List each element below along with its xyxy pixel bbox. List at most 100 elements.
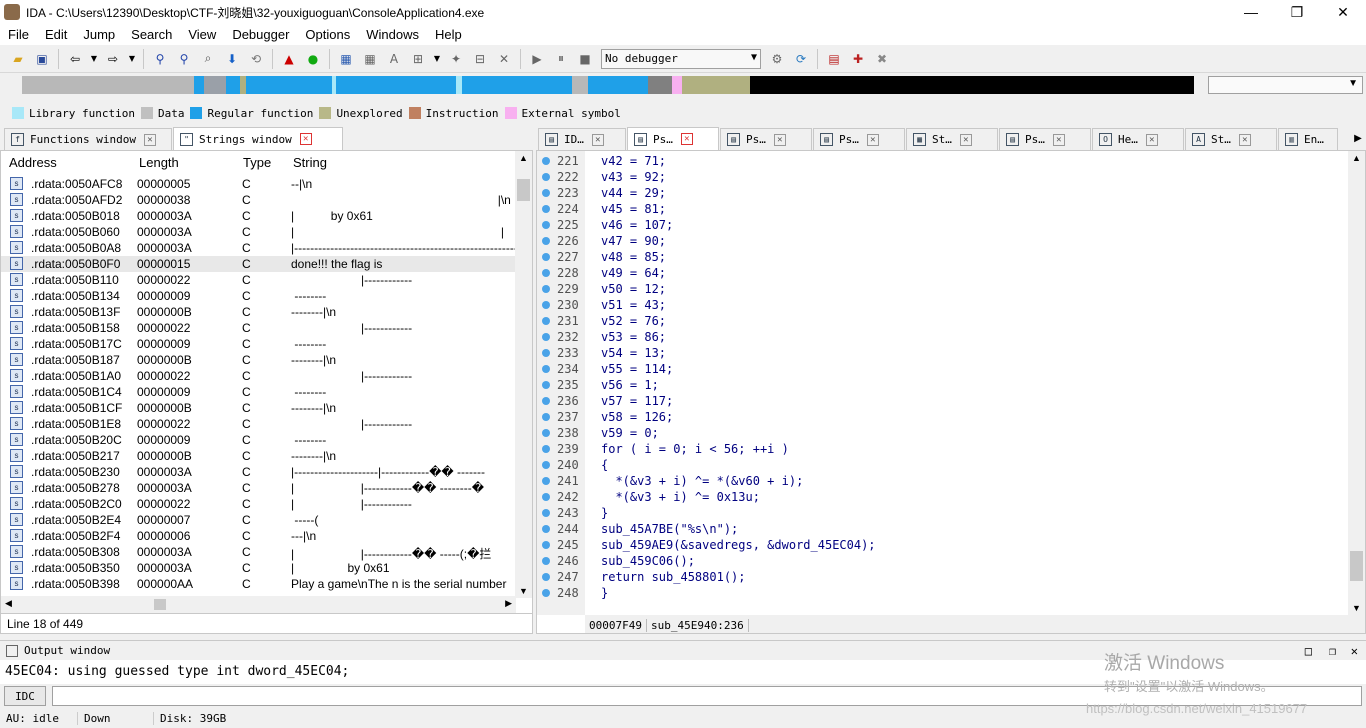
segment-select[interactable]: ▼ [1208,76,1363,94]
code-line[interactable]: 238 v59 = 0; [537,425,1349,441]
code-line[interactable]: 239 for ( i = 0; i < 56; ++i ) [537,441,1349,457]
code-line[interactable]: 231 v52 = 76; [537,313,1349,329]
breakpoint-dot-icon[interactable] [542,525,550,533]
code-icon[interactable]: ▦ [337,50,355,68]
delete-icon[interactable]: ✕ [495,50,513,68]
scroll-thumb[interactable] [154,599,166,610]
open-folder-icon[interactable]: ▰ [9,50,27,68]
close-icon[interactable]: ✕ [1052,133,1065,146]
breakpoint-dot-icon[interactable] [542,189,550,197]
breakpoint-list-icon[interactable]: ▤ [825,50,843,68]
close-icon[interactable]: ✕ [299,133,312,145]
scroll-right-icon[interactable]: ▶ [505,598,512,609]
breakpoint-dot-icon[interactable] [542,477,550,485]
tab-strings-window[interactable]: " Strings window ✕ [173,127,343,150]
menu-view[interactable]: View [180,24,224,45]
code-vertical-scrollbar[interactable]: ▲ ▼ [1348,151,1365,615]
segment-icon[interactable]: ⊟ [471,50,489,68]
scroll-thumb[interactable] [517,179,530,201]
menu-options[interactable]: Options [297,24,358,45]
breakpoint-dot-icon[interactable] [542,301,550,309]
column-length[interactable]: Length [131,151,235,175]
table-row[interactable]: s .rdata:0050B1CF 0000000B C --------|\n [1,400,516,416]
text-search-icon[interactable]: ⚲ [175,50,193,68]
table-row[interactable]: s .rdata:0050B060 0000003A C | | [1,224,516,240]
code-line[interactable]: 228 v49 = 64; [537,265,1349,281]
tab-scroll-right-icon[interactable]: ▶ [1350,128,1366,148]
menu-help[interactable]: Help [427,24,470,45]
hex-search-icon[interactable]: ⚲ [151,50,169,68]
code-line[interactable]: 240 { [537,457,1349,473]
column-string[interactable]: String [285,151,505,175]
table-row[interactable]: s .rdata:0050B278 0000003A C | |------------… [1,480,516,496]
breakpoint-dot-icon[interactable] [542,221,550,229]
code-line[interactable]: 222 v43 = 92; [537,169,1349,185]
breakpoint-dot-icon[interactable] [542,205,550,213]
table-row[interactable]: s .rdata:0050B1E8 00000022 C |------------ [1,416,516,432]
struct-dropdown-icon[interactable]: ▼ [433,50,441,68]
breakpoint-dot-icon[interactable] [542,237,550,245]
breakpoint-dot-icon[interactable] [542,381,550,389]
table-row[interactable]: s .rdata:0050B018 0000003A C | by 0x61 [1,208,516,224]
code-line[interactable]: 233 v54 = 13; [537,345,1349,361]
debugger-select[interactable]: No debugger ▼ [601,48,761,69]
breakpoint-dot-icon[interactable] [542,157,550,165]
scroll-left-icon[interactable]: ◀ [5,598,12,609]
table-row[interactable]: s .rdata:0050B398 000000AA C Play a game\nTh… [1,576,516,592]
breakpoint-dot-icon[interactable] [542,365,550,373]
code-line[interactable]: 247 return sub_458801(); [537,569,1349,585]
breakpoint-dot-icon[interactable] [542,269,550,277]
forward-dropdown-icon[interactable]: ▼ [128,50,136,68]
green-dot-icon[interactable]: ● [304,50,322,68]
code-line[interactable]: 237 v58 = 126; [537,409,1349,425]
breakpoint-dot-icon[interactable] [542,413,550,421]
breakpoint-dot-icon[interactable] [542,461,550,469]
code-line[interactable]: 232 v53 = 86; [537,329,1349,345]
breakpoint-dot-icon[interactable] [542,429,550,437]
struct-icon[interactable]: ⊞ [409,50,427,68]
breakpoint-dot-icon[interactable] [542,445,550,453]
menu-file[interactable]: File [0,24,37,45]
close-icon[interactable]: ✕ [1238,133,1251,146]
close-icon[interactable]: ✕ [680,133,693,145]
table-row[interactable]: s .rdata:0050B17C 00000009 C -------- [1,336,516,352]
pause-icon[interactable]: ⏸ [552,50,570,68]
close-icon[interactable]: ✕ [1351,644,1358,658]
code-line[interactable]: 234 v55 = 114; [537,361,1349,377]
menu-debugger[interactable]: Debugger [224,24,297,45]
xref-icon[interactable]: ⟲ [247,50,265,68]
close-icon[interactable]: ✕ [591,133,604,146]
tab-pseudocode[interactable]: ▤ Ps… ✕ [813,128,905,150]
binary-search-icon[interactable]: ⌕ [199,50,217,68]
breakpoint-dot-icon[interactable] [542,589,550,597]
scroll-thumb[interactable] [1350,551,1363,581]
navigation-strip[interactable] [22,76,1194,94]
breakpoint-dot-icon[interactable] [542,285,550,293]
debug-options-icon[interactable]: ⚙ [768,50,786,68]
table-row[interactable]: s .rdata:0050B0A8 0000003A C |--------------… [1,240,516,256]
code-line[interactable]: 221 v42 = 71; [537,153,1349,169]
table-row[interactable]: s .rdata:0050AFC8 00000005 C --|\n [1,176,516,192]
code-line[interactable]: 246 sub_459C06(); [537,553,1349,569]
play-icon[interactable]: ▶ [528,50,546,68]
add-breakpoint-icon[interactable]: ✚ [849,50,867,68]
remove-breakpoint-icon[interactable]: ✖ [873,50,891,68]
code-line[interactable]: 227 v48 = 85; [537,249,1349,265]
breakpoint-dot-icon[interactable] [542,173,550,181]
tab-pseudocode-active[interactable]: ▤ Ps… ✕ [627,127,719,150]
back-arrow-icon[interactable]: ⇦ [66,50,84,68]
code-line[interactable]: 236 v57 = 117; [537,393,1349,409]
menu-search[interactable]: Search [123,24,180,45]
code-line[interactable]: 245 sub_459AE9(&savedregs, &dword_45EC04)… [537,537,1349,553]
code-line[interactable]: 225 v46 = 107; [537,217,1349,233]
scroll-up-icon[interactable]: ▲ [519,153,528,163]
code-line[interactable]: 241 *(&v3 + i) ^= *(&v60 + i); [537,473,1349,489]
table-row[interactable]: s .rdata:0050B217 0000000B C --------|\n [1,448,516,464]
vertical-scrollbar[interactable]: ▲ ▼ [515,151,532,598]
jump-down-icon[interactable]: ⬇ [223,50,241,68]
code-line[interactable]: 224 v45 = 81; [537,201,1349,217]
menu-windows[interactable]: Windows [358,24,427,45]
menu-edit[interactable]: Edit [37,24,75,45]
table-row[interactable]: s .rdata:0050B158 00000022 C |------------ [1,320,516,336]
restore-button[interactable]: ❐ [1274,0,1320,24]
